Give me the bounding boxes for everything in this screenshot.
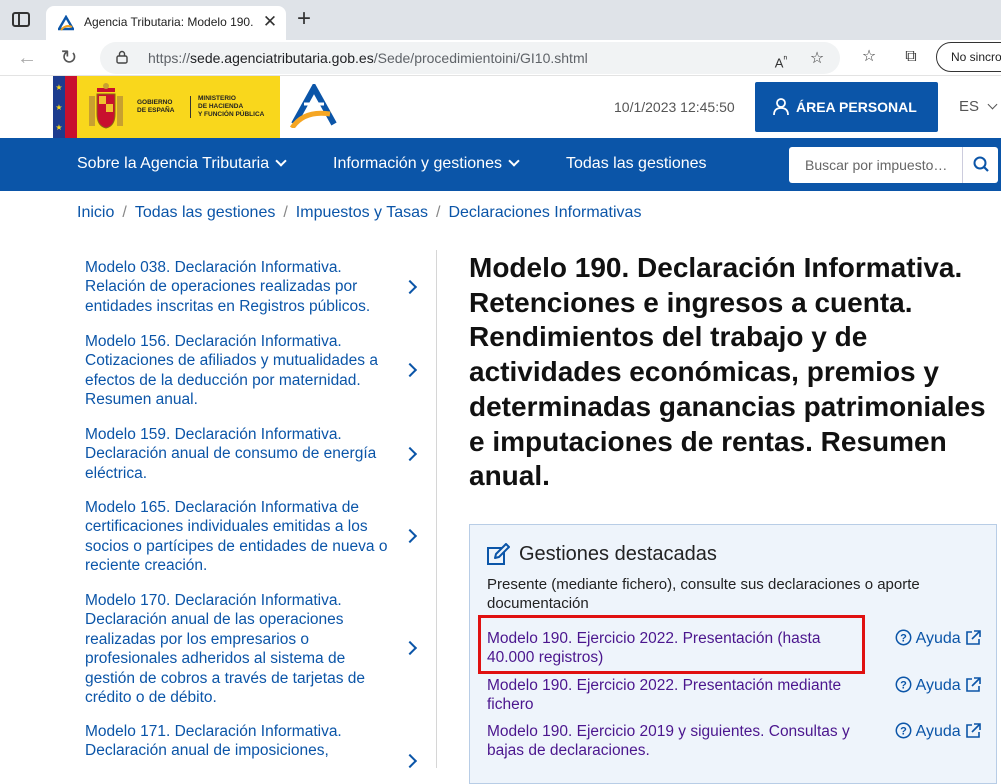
external-link-icon [966,677,981,692]
datetime: 10/1/2023 12:45:50 [614,99,735,115]
chevron-right-icon [402,362,418,378]
sync-button[interactable]: No sincro [936,42,1001,72]
svg-text:★: ★ [55,83,62,92]
external-link-icon [966,630,981,645]
breadcrumb-impuestos-tasas[interactable]: Impuestos y Tasas [296,204,428,221]
search-input[interactable] [789,147,961,183]
add-favorite-icon[interactable]: ☆ [804,46,830,72]
chevron-down-icon [987,99,998,110]
external-link-icon [966,723,981,738]
collections-icon[interactable]: ⧉ [898,44,924,70]
chevron-right-icon [402,446,418,462]
edit-icon [487,543,510,565]
address-bar[interactable]: https://sede.agenciatributaria.gob.es/Se… [100,42,840,74]
lock-icon[interactable] [116,50,128,64]
favorites-icon[interactable]: ☆ [856,44,882,70]
svg-text:★: ★ [55,103,62,112]
svg-text:?: ? [900,680,907,692]
help-circle-icon: ? [895,676,912,693]
list-item-label[interactable]: Modelo 171. Declaración Informativa. Dec… [85,722,390,761]
search-icon [973,156,989,172]
list-item-label[interactable]: Modelo 159. Declaración Informativa. Dec… [85,425,390,483]
breadcrumb-todas-gestiones[interactable]: Todas las gestiones [135,204,276,221]
list-item-modelo-171[interactable]: Modelo 171. Declaración Informativa. Dec… [85,722,425,769]
aeat-favicon-icon [58,15,74,31]
page-title: Modelo 190. Declaración Informativa. Ret… [469,252,986,492]
area-personal-button[interactable]: ÁREA PERSONAL [755,82,938,132]
close-tab-icon[interactable]: ✕ [260,11,280,33]
search-box [789,147,998,183]
logo-divider [190,96,191,118]
list-item-modelo-156[interactable]: Modelo 156. Declaración Informativa. Cot… [85,332,425,410]
user-icon [773,98,789,116]
browser-toolbar: ← ↻ https://sede.agenciatributaria.gob.e… [0,40,1001,76]
coat-of-arms-icon [89,83,123,129]
list-item-modelo-038[interactable]: Modelo 038. Declaración Informativa. Rel… [85,258,425,316]
gobierno-logo[interactable]: ★ ★ ★ GOBIERNO DE ESPAÑA MINISTERIO DE HAC… [53,76,280,138]
highlight-annotation [478,615,865,674]
chevron-down-icon [508,155,520,167]
chevron-right-icon [402,640,418,656]
featured-description: Presente (mediante fichero), consulte su… [487,576,920,612]
tab-title: Agencia Tributaria: Modelo 190. D [84,15,254,29]
chevron-right-icon [402,528,418,544]
link-presentacion-fichero[interactable]: Modelo 190. Ejercicio 2022. Presentación… [487,676,857,715]
agencia-tributaria-logo[interactable] [290,84,338,128]
sidebar-toggle-icon[interactable] [12,12,30,27]
nav-todas-gestiones[interactable]: Todas las gestiones [566,155,707,173]
nav-sobre-agencia[interactable]: Sobre la Agencia Tributaria [77,155,287,173]
list-item-label[interactable]: Modelo 156. Declaración Informativa. Cot… [85,332,390,410]
list-item-modelo-165[interactable]: Modelo 165. Declaración Informativa de c… [85,498,425,576]
language-selector[interactable]: ES [959,98,998,115]
breadcrumb-separator: / [122,204,127,221]
breadcrumb-declaraciones-informativas[interactable]: Declaraciones Informativas [448,204,641,221]
list-item-modelo-159[interactable]: Modelo 159. Declaración Informativa. Dec… [85,425,425,483]
breadcrumb-inicio[interactable]: Inicio [77,204,114,221]
ministerio-label: MINISTERIO DE HACIENDA Y FUNCIÓN PÚBLICA [198,95,265,118]
url-text[interactable]: https://sede.agenciatributaria.gob.es/Se… [148,50,588,66]
link-consultas-bajas[interactable]: Modelo 190. Ejercicio 2019 y siguientes.… [487,722,857,761]
site-header: ★ ★ ★ GOBIERNO DE ESPAÑA MINISTERIO DE HAC… [0,76,1001,138]
chevron-down-icon [275,155,287,167]
eu-flag-icon: ★ ★ ★ [53,76,77,138]
list-item-modelo-170[interactable]: Modelo 170. Declaración Informativa. Dec… [85,591,425,707]
help-link[interactable]: ? Ayuda [895,722,981,741]
browser-tab-active[interactable]: Agencia Tributaria: Modelo 190. D ✕ [46,6,286,40]
svg-text:★: ★ [55,123,62,132]
new-tab-icon[interactable]: + [290,6,318,34]
read-aloud-icon[interactable]: Aⁿ [768,46,794,72]
list-item-label[interactable]: Modelo 038. Declaración Informativa. Rel… [85,258,390,316]
main-nav: Sobre la Agencia Tributaria Información … [0,138,1001,191]
breadcrumb-separator: / [283,204,288,221]
list-item-label[interactable]: Modelo 165. Declaración Informativa de c… [85,498,390,576]
breadcrumb-separator: / [436,204,441,221]
breadcrumb: Inicio / Todas las gestiones / Impuestos y T… [77,204,641,222]
nav-informacion-gestiones[interactable]: Información y gestiones [333,155,520,173]
back-arrow-icon[interactable]: ← [14,45,40,71]
search-button[interactable] [962,147,998,183]
list-item-label[interactable]: Modelo 170. Declaración Informativa. Dec… [85,591,390,707]
help-circle-icon: ? [895,722,912,739]
featured-title: Gestiones destacadas [519,543,717,565]
svg-text:?: ? [900,726,907,738]
help-circle-icon: ? [895,629,912,646]
refresh-icon[interactable]: ↻ [56,45,82,71]
area-personal-label: ÁREA PERSONAL [796,99,917,115]
gobierno-label: GOBIERNO DE ESPAÑA [137,99,175,114]
browser-tabbar: Agencia Tributaria: Modelo 190. D ✕ + [0,0,1001,40]
help-link[interactable]: ? Ayuda [895,676,981,695]
help-link[interactable]: ? Ayuda [895,629,981,648]
chevron-right-icon [402,279,418,295]
svg-text:?: ? [900,633,907,645]
column-divider [436,250,437,768]
chevron-right-icon [402,753,418,769]
